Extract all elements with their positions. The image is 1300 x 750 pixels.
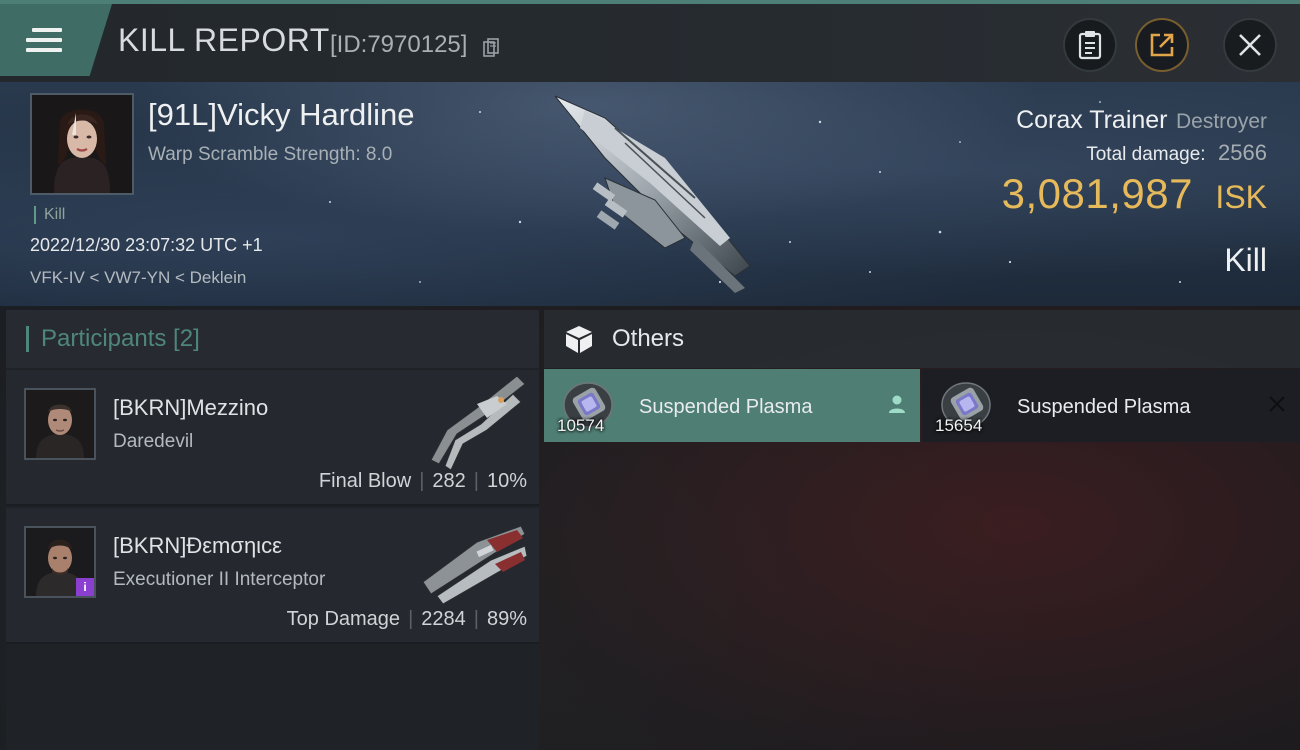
participant-ship: Executioner II Interceptor <box>113 569 326 590</box>
item-quantity: 10574 <box>557 416 605 435</box>
kill-location[interactable]: VFK-IV < VW7-YN < Deklein <box>30 268 246 288</box>
victim-portrait[interactable] <box>30 93 134 195</box>
ship-name: Corax Trainer <box>1016 106 1168 134</box>
item-list: 10574 Suspended Plasma 15654 Suspended P… <box>544 369 1300 442</box>
victim-ship-render[interactable] <box>545 88 765 293</box>
total-damage-label: Total damage: <box>1086 144 1206 165</box>
kill-tag: Kill <box>34 206 65 224</box>
total-damage-value: 2566 <box>1218 140 1267 165</box>
participant-name: [BKRN]Ðεmσηιcε <box>113 533 282 558</box>
participants-panel: Participants [2] [BKRN]Mezzino Daredevil <box>6 310 539 750</box>
participant-row[interactable]: i [BKRN]Ðεmσηιcε Executioner II Intercep… <box>6 508 539 644</box>
item-name: Suspended Plasma <box>1017 396 1191 418</box>
page-title: KILL REPORT <box>118 22 330 58</box>
others-title: Others <box>612 325 685 352</box>
share-button[interactable] <box>1135 18 1189 72</box>
participant-stats: Top Damage | 2284 | 89% <box>286 608 527 630</box>
item-name: Suspended Plasma <box>639 396 813 418</box>
participant-damage: 282 <box>432 470 466 492</box>
isk-value: 3,081,987 ISK <box>1002 170 1267 218</box>
participant-stats: Final Blow | 282 | 10% <box>318 470 527 492</box>
person-icon[interactable] <box>886 393 908 415</box>
victim-banner: [91L]Vicky Hardline Warp Scramble Streng… <box>0 82 1300 306</box>
copy-icon[interactable] <box>483 38 499 58</box>
participant-ship-render[interactable] <box>417 512 529 612</box>
others-header: Others <box>544 310 1300 368</box>
kill-report-window: KILL REPORT [ID:7970125] [91L]Vicky Hard… <box>0 0 1300 750</box>
info-badge[interactable]: i <box>76 578 94 596</box>
participant-percent: 10% <box>486 470 527 492</box>
avatar <box>32 95 132 193</box>
share-icon <box>1150 33 1174 57</box>
list-item[interactable]: 10574 Suspended Plasma <box>544 369 920 442</box>
participant-role: Final Blow <box>318 470 412 492</box>
total-damage: Total damage: 2566 <box>1086 140 1267 166</box>
menu-button[interactable] <box>0 4 112 76</box>
participants-title: Participants [2] <box>41 325 200 352</box>
others-panel: Others 10574 Suspended Plasma 15654 Susp… <box>544 310 1300 750</box>
isk-unit: ISK <box>1215 179 1267 215</box>
isk-amount: 3,081,987 <box>1001 170 1193 217</box>
participants-header: Participants [2] <box>6 310 539 368</box>
participant-damage: 2284 <box>421 608 466 630</box>
participant-role: Top Damage <box>286 608 401 630</box>
warp-scramble-strength: Warp Scramble Strength: 8.0 <box>148 144 393 165</box>
item-quantity: 15654 <box>935 416 983 435</box>
victim-ship[interactable]: Corax Trainer Destroyer <box>1016 106 1267 135</box>
clipboard-button[interactable] <box>1063 18 1117 72</box>
header-bar: KILL REPORT [ID:7970125] <box>0 4 1300 82</box>
participant-ship-render[interactable] <box>417 374 529 474</box>
cube-icon <box>566 326 592 353</box>
close-icon <box>1239 34 1261 56</box>
list-item[interactable]: 15654 Suspended Plasma <box>922 369 1300 442</box>
menu-icon <box>26 28 62 52</box>
clipboard-icon <box>1078 31 1102 60</box>
participant-ship: Daredevil <box>113 431 194 452</box>
participant-name: [BKRN]Mezzino <box>113 395 269 420</box>
participant-row[interactable]: [BKRN]Mezzino Daredevil Final Blow | 282 | 1… <box>6 370 539 506</box>
participant-percent: 89% <box>486 608 527 630</box>
avatar[interactable] <box>24 388 96 460</box>
close-button[interactable] <box>1223 18 1277 72</box>
victim-name[interactable]: [91L]Vicky Hardline <box>148 97 415 133</box>
result-label: Kill <box>1224 242 1267 278</box>
kill-id: [ID:7970125] <box>330 31 468 58</box>
close-icon[interactable] <box>1266 393 1288 415</box>
header-accent-bar <box>26 326 29 352</box>
ship-class: Destroyer <box>1175 110 1267 133</box>
kill-datetime: 2022/12/30 23:07:32 UTC +1 <box>30 235 263 255</box>
